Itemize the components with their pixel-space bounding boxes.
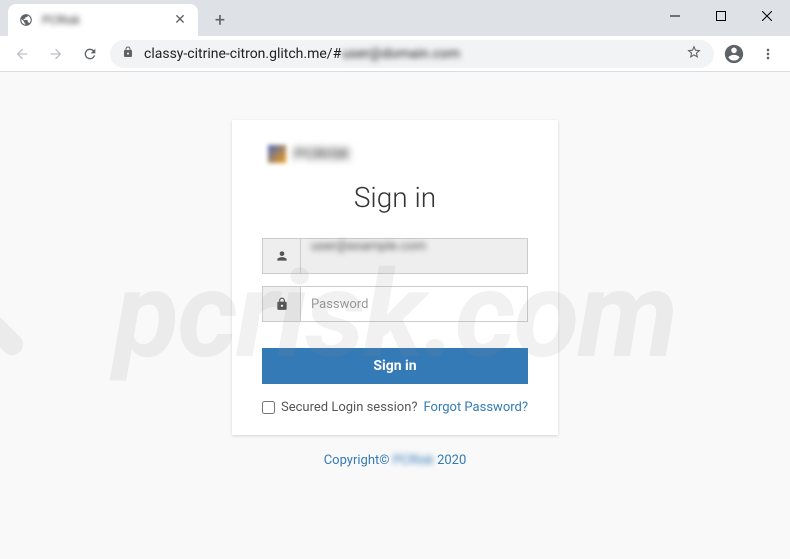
secure-session-label: Secured Login session? (281, 400, 418, 415)
password-field[interactable] (300, 286, 528, 322)
tab-title: PCRisk (42, 13, 164, 27)
close-window-button[interactable] (744, 0, 790, 32)
maximize-button[interactable] (698, 0, 744, 32)
profile-button[interactable] (720, 40, 748, 68)
brand-icon (268, 145, 286, 163)
forgot-password-link[interactable]: Forgot Password? (423, 400, 528, 415)
close-tab-icon[interactable]: ✕ (172, 12, 188, 28)
globe-icon (18, 12, 34, 28)
brand-row: PCRISK (262, 144, 528, 163)
forward-button[interactable] (42, 40, 70, 68)
copyright-text: Copyright© PCRisk 2020 (324, 453, 467, 468)
secure-session-checkbox[interactable] (262, 401, 275, 414)
login-card: PCRISK Sign in user@example.com Sign in (232, 120, 558, 435)
secure-session-checkbox-group[interactable]: Secured Login session? (262, 400, 418, 415)
password-input-group (262, 286, 528, 322)
menu-button[interactable] (754, 40, 782, 68)
url-text: classy-citrine-citron.glitch.me/#user@do… (144, 46, 676, 62)
minimize-button[interactable] (652, 0, 698, 32)
signin-button[interactable]: Sign in (262, 348, 528, 384)
email-field[interactable]: user@example.com (300, 238, 528, 274)
address-bar[interactable]: classy-citrine-citron.glitch.me/#user@do… (110, 40, 714, 68)
reload-button[interactable] (76, 40, 104, 68)
user-icon (262, 238, 300, 274)
back-button[interactable] (8, 40, 36, 68)
lock-icon (262, 286, 300, 322)
email-input-group: user@example.com (262, 238, 528, 274)
new-tab-button[interactable]: + (206, 6, 234, 34)
signin-title: Sign in (262, 181, 528, 214)
lock-icon (122, 46, 134, 61)
bookmark-star-icon[interactable] (686, 44, 702, 64)
browser-tab[interactable]: PCRisk ✕ (8, 4, 198, 36)
brand-text: PCRISK (294, 144, 350, 163)
